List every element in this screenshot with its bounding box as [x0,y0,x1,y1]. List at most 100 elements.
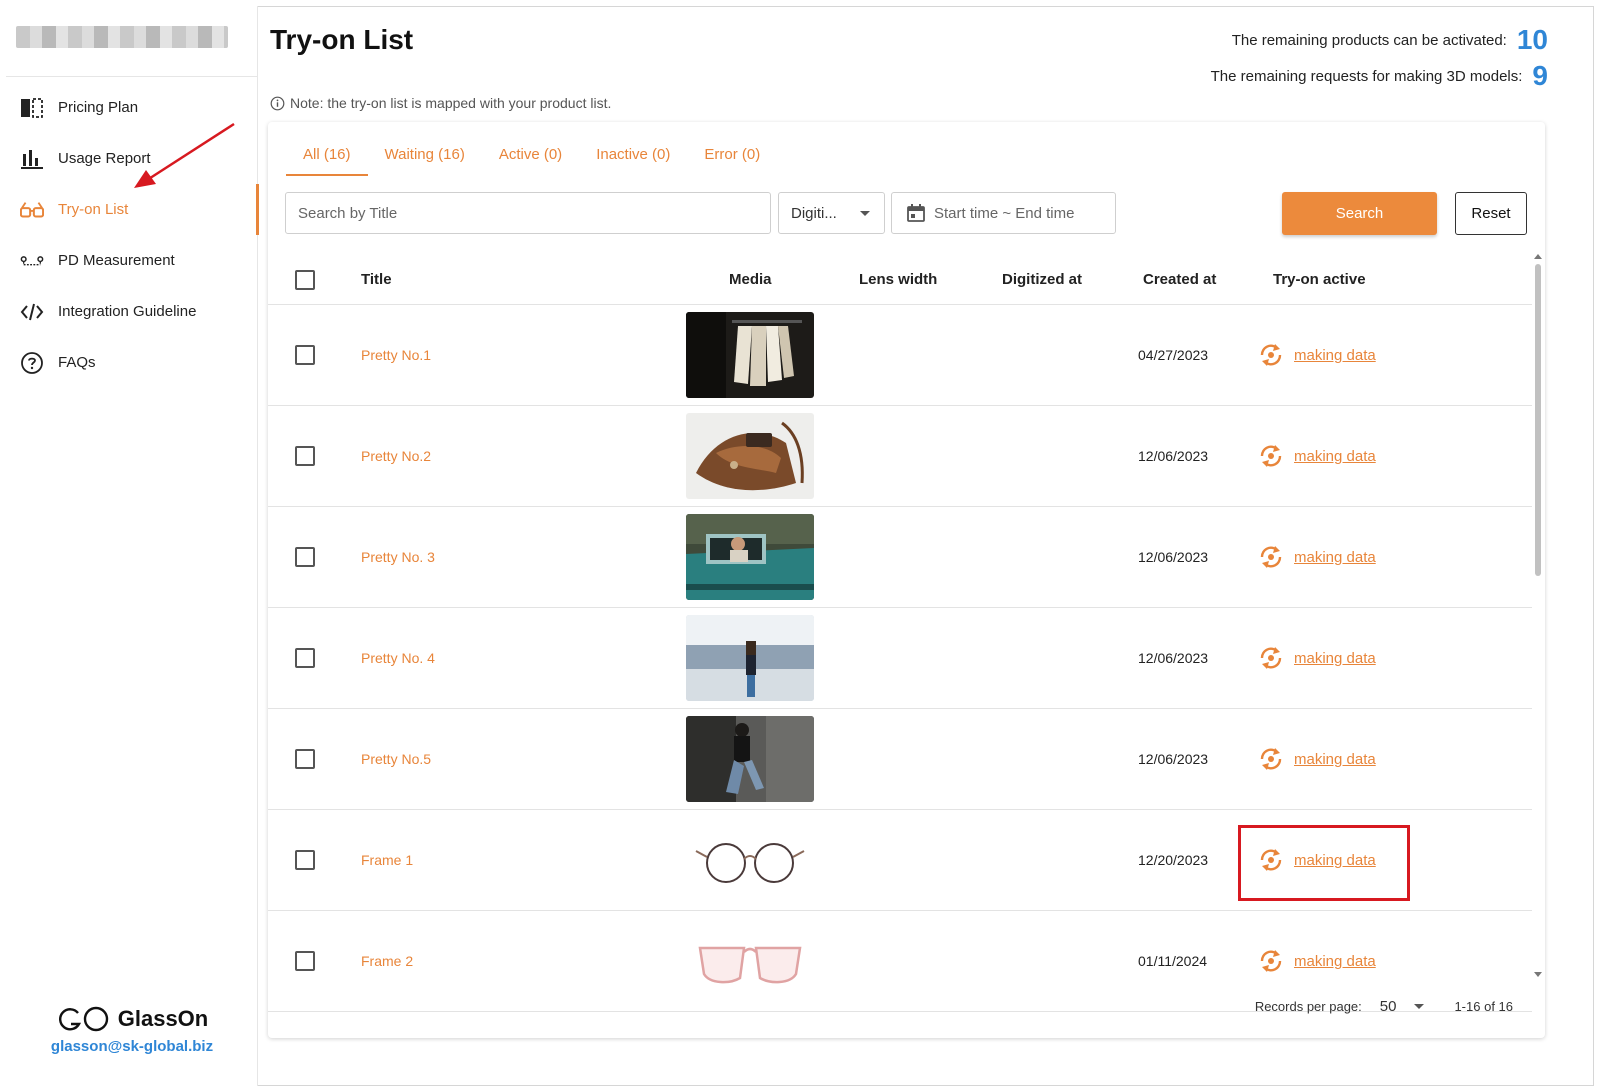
table-scrollbar[interactable] [1532,254,1544,982]
records-per-page-value: 50 [1379,998,1397,1015]
column-created-at[interactable]: Created at [1143,254,1216,305]
status-text: making data [1294,851,1376,869]
product-title-link[interactable]: Pretty No.5 [361,751,431,767]
page-range: 1-16 of 16 [1454,999,1513,1014]
processing-icon [1260,950,1282,972]
column-try-on-active: Try-on active [1273,271,1366,288]
processing-icon [1260,344,1282,366]
chevron-down-icon [860,210,870,216]
date-range-text: Start time ~ End time [934,204,1075,222]
code-icon [20,300,44,324]
table-header: Title Media Lens width Digitized at Crea… [268,254,1532,305]
sidebar-item-integration-guideline[interactable]: Integration Guideline [6,286,258,337]
making-data-link[interactable]: making data [1258,847,1376,873]
product-thumbnail [686,312,814,398]
scroll-down-icon[interactable] [1534,972,1542,977]
product-title-link[interactable]: Pretty No. 4 [361,650,435,666]
digitized-select[interactable]: Digiti... [778,192,885,234]
status-text: making data [1294,548,1376,566]
contact-email[interactable]: glasson@sk-global.biz [6,1038,258,1055]
pagination: Records per page: 50 1-16 of 16 [1255,998,1513,1015]
making-data-link[interactable]: making data [1258,645,1376,671]
table-row: Pretty No.1 04/27/2023 making data [268,305,1532,406]
row-checkbox[interactable] [295,446,315,466]
product-title-link[interactable]: Pretty No.2 [361,448,431,464]
making-data-link[interactable]: making data [1258,443,1376,469]
table-row: Frame 2 01/11/2024 making data [268,911,1532,1012]
reset-button[interactable]: Reset [1455,192,1527,235]
tab-active[interactable]: Active (0) [482,142,579,176]
row-checkbox[interactable] [295,951,315,971]
row-checkbox[interactable] [295,345,315,365]
brand-name: GlassOn [117,1006,209,1031]
records-per-page-label: Records per page: [1254,999,1362,1014]
status-text: making data [1294,952,1376,970]
chevron-down-icon [1414,1004,1425,1009]
tab-inactive[interactable]: Inactive (0) [579,142,687,176]
table-row: Frame 1 12/20/2023 making data [268,810,1532,911]
stat-value: 9 [1532,60,1548,91]
status-text: making data [1294,649,1376,667]
row-checkbox[interactable] [295,547,315,567]
making-data-link[interactable]: making data [1258,544,1376,570]
status-text: making data [1294,346,1376,364]
created-at: 12/06/2023 [1138,448,1209,464]
created-at: 01/11/2024 [1138,953,1208,969]
making-data-link[interactable]: making data [1258,746,1376,772]
try-on-list-card: All (16) Waiting (16) Active (0) Inactiv… [268,122,1545,1038]
row-checkbox[interactable] [295,648,315,668]
processing-icon [1260,647,1282,669]
row-checkbox[interactable] [295,749,315,769]
question-circle-icon [20,351,44,375]
table-row: Pretty No. 3 12/06/2023 making data [268,507,1532,608]
product-title-link[interactable]: Pretty No.1 [361,347,431,363]
status-tabs: All (16) Waiting (16) Active (0) Inactiv… [286,142,777,176]
sidebar-item-faqs[interactable]: FAQs [6,337,258,388]
row-checkbox[interactable] [295,850,315,870]
try-on-table: Title Media Lens width Digitized at Crea… [268,254,1532,1012]
pd-measure-icon [20,249,44,273]
sidebar-item-pd-measurement[interactable]: PD Measurement [6,235,258,286]
created-at: 12/06/2023 [1138,751,1209,767]
product-title-link[interactable]: Frame 1 [361,852,413,868]
blurred-brand-logo [16,26,228,48]
info-icon [270,96,285,110]
processing-icon [1260,445,1282,467]
tab-error[interactable]: Error (0) [687,142,777,176]
processing-icon [1260,748,1282,770]
product-title-link[interactable]: Pretty No. 3 [361,549,435,565]
search-input[interactable] [285,192,771,234]
glasses-icon [20,198,44,222]
scroll-thumb[interactable] [1535,264,1541,576]
column-digitized-at[interactable]: Digitized at [1002,254,1082,305]
status-text: making data [1294,447,1376,465]
making-data-link[interactable]: making data [1258,948,1376,974]
sidebar-item-label: PD Measurement [58,252,175,269]
product-title-link[interactable]: Frame 2 [361,953,413,969]
scroll-up-icon[interactable] [1534,254,1542,259]
search-button[interactable]: Search [1282,192,1437,235]
product-thumbnail [686,514,814,600]
remaining-requests-stat: The remaining requests for making 3D mod… [1211,60,1548,92]
product-thumbnail [686,817,814,903]
created-at: 12/06/2023 [1138,549,1209,565]
stat-label: The remaining requests for making 3D mod… [1210,67,1523,85]
glasson-logo-icon [58,1006,108,1032]
column-title[interactable]: Title [361,254,392,305]
tab-all[interactable]: All (16) [286,142,368,176]
select-all-checkbox[interactable] [295,269,315,290]
product-thumbnail [686,413,814,499]
sidebar-item-label: Integration Guideline [58,303,197,320]
tab-waiting[interactable]: Waiting (16) [368,142,482,176]
stat-value: 10 [1516,24,1548,55]
brand-footer: GlassOn glasson@sk-global.biz [6,1006,258,1055]
making-data-link[interactable]: making data [1258,342,1376,368]
created-at: 12/06/2023 [1138,650,1209,666]
date-range-picker[interactable]: Start time ~ End time [891,192,1116,234]
product-thumbnail [686,918,814,1004]
records-per-page-select[interactable]: 50 [1380,998,1425,1015]
sidebar-divider [6,76,258,77]
table-row: Pretty No. 4 12/06/2023 making data [268,608,1532,709]
column-lens-width[interactable]: Lens width [859,254,937,305]
remaining-products-stat: The remaining products can be activated:… [1232,24,1548,56]
